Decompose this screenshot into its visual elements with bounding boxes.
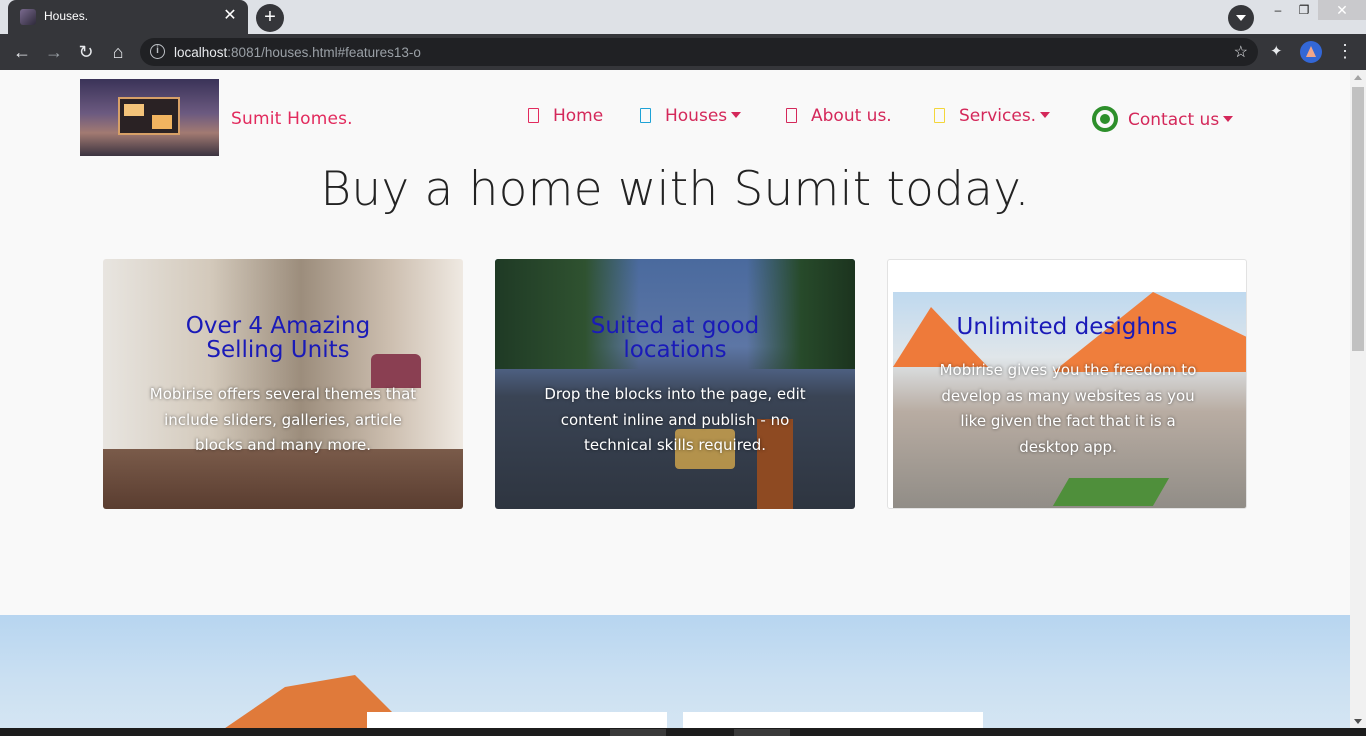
caret-down-icon	[731, 112, 742, 118]
window-maximize-button[interactable]: ❐	[1290, 0, 1318, 20]
logo-house-graphic	[118, 97, 180, 135]
caret-down-icon	[1040, 112, 1051, 118]
content-panel	[683, 712, 983, 728]
os-taskbar	[0, 728, 1366, 736]
nav-item-houses[interactable]: Houses	[640, 106, 742, 130]
extensions-icon[interactable]: ✦	[1270, 42, 1283, 60]
home-icon[interactable]: ⌂	[106, 40, 130, 64]
tab-search-icon[interactable]	[1228, 5, 1254, 31]
tab-title: Houses.	[44, 9, 89, 23]
feature-card: Suited at good locations Drop the blocks…	[495, 259, 855, 509]
url-host: localhost	[174, 45, 228, 60]
caret-down-icon	[1223, 116, 1234, 122]
page-viewport: Sumit Homes. Home Houses About us. Servi…	[0, 70, 1350, 728]
about-nav-icon	[786, 108, 797, 123]
reload-icon[interactable]: ↻	[74, 40, 98, 64]
card-text: Drop the blocks into the page, edit cont…	[544, 385, 806, 454]
nav-item-contact[interactable]: Contact us	[1092, 106, 1234, 132]
nav-item-label: Contact us	[1128, 110, 1220, 130]
card-title: Unlimited desighns	[956, 314, 1178, 340]
nav-item-label: Houses	[665, 106, 728, 126]
tab-favicon-icon	[20, 9, 36, 25]
scrollbar-thumb[interactable]	[1352, 87, 1364, 351]
menu-icon[interactable]: ⋮	[1336, 40, 1354, 62]
page-scrollbar[interactable]	[1350, 70, 1366, 728]
nav-item-about[interactable]: About us.	[786, 106, 892, 130]
bookmark-star-icon[interactable]: ☆	[1234, 42, 1248, 62]
content-panel	[367, 712, 667, 728]
new-tab-button[interactable]: +	[256, 4, 284, 32]
feature-card: Unlimited desighns Mobirise gives you th…	[887, 259, 1247, 509]
window-close-button[interactable]: ✕	[1318, 0, 1366, 20]
address-bar[interactable]: i localhost:8081/houses.html#features13-…	[140, 38, 1258, 66]
feature-card: Over 4 Amazing Selling Units Mobirise of…	[103, 259, 463, 509]
houses-nav-icon	[640, 108, 651, 123]
card-title: Suited at good locations	[590, 313, 760, 363]
nav-item-home[interactable]: Home	[528, 106, 603, 130]
card-title: Over 4 Amazing Selling Units	[185, 313, 371, 363]
browser-tab-active[interactable]: Houses. ✕	[8, 0, 248, 34]
tab-close-icon[interactable]: ✕	[220, 6, 240, 26]
home-nav-icon	[528, 108, 539, 123]
services-nav-icon	[934, 108, 945, 123]
url-path: :8081/houses.html#features13-o	[227, 45, 421, 60]
site-logo-image[interactable]	[80, 79, 219, 156]
site-brand[interactable]: Sumit Homes.	[231, 109, 353, 129]
profile-avatar[interactable]	[1300, 41, 1322, 63]
info-icon[interactable]: i	[150, 44, 165, 59]
card-text: Mobirise gives you the freedom to develo…	[939, 361, 1197, 456]
scroll-up-icon[interactable]	[1354, 75, 1362, 80]
card-text: Mobirise offers several themes that incl…	[149, 385, 417, 454]
url-text[interactable]: localhost:8081/houses.html#features13-o	[174, 45, 421, 60]
nav-item-label: Home	[553, 106, 604, 126]
browser-tabbar: Houses. ✕ + – ❐ ✕	[0, 0, 1366, 34]
nav-item-label: Services.	[959, 106, 1037, 126]
lower-hero-section	[0, 615, 1350, 728]
card-image-detail	[1052, 478, 1170, 506]
taskbar-item[interactable]	[734, 729, 790, 736]
nav-item-services[interactable]: Services.	[934, 106, 1051, 130]
browser-toolbar: ← → ↻ ⌂ i localhost:8081/houses.html#fea…	[0, 34, 1366, 70]
whatsapp-icon	[1092, 106, 1118, 132]
nav-item-label: About us.	[811, 106, 892, 126]
taskbar-item[interactable]	[610, 729, 666, 736]
scroll-down-icon[interactable]	[1354, 719, 1362, 724]
page-title: Buy a home with Sumit today.	[320, 162, 1030, 217]
forward-icon[interactable]: →	[42, 40, 66, 64]
window-minimize-button[interactable]: –	[1264, 0, 1292, 20]
back-icon[interactable]: ←	[10, 40, 34, 64]
